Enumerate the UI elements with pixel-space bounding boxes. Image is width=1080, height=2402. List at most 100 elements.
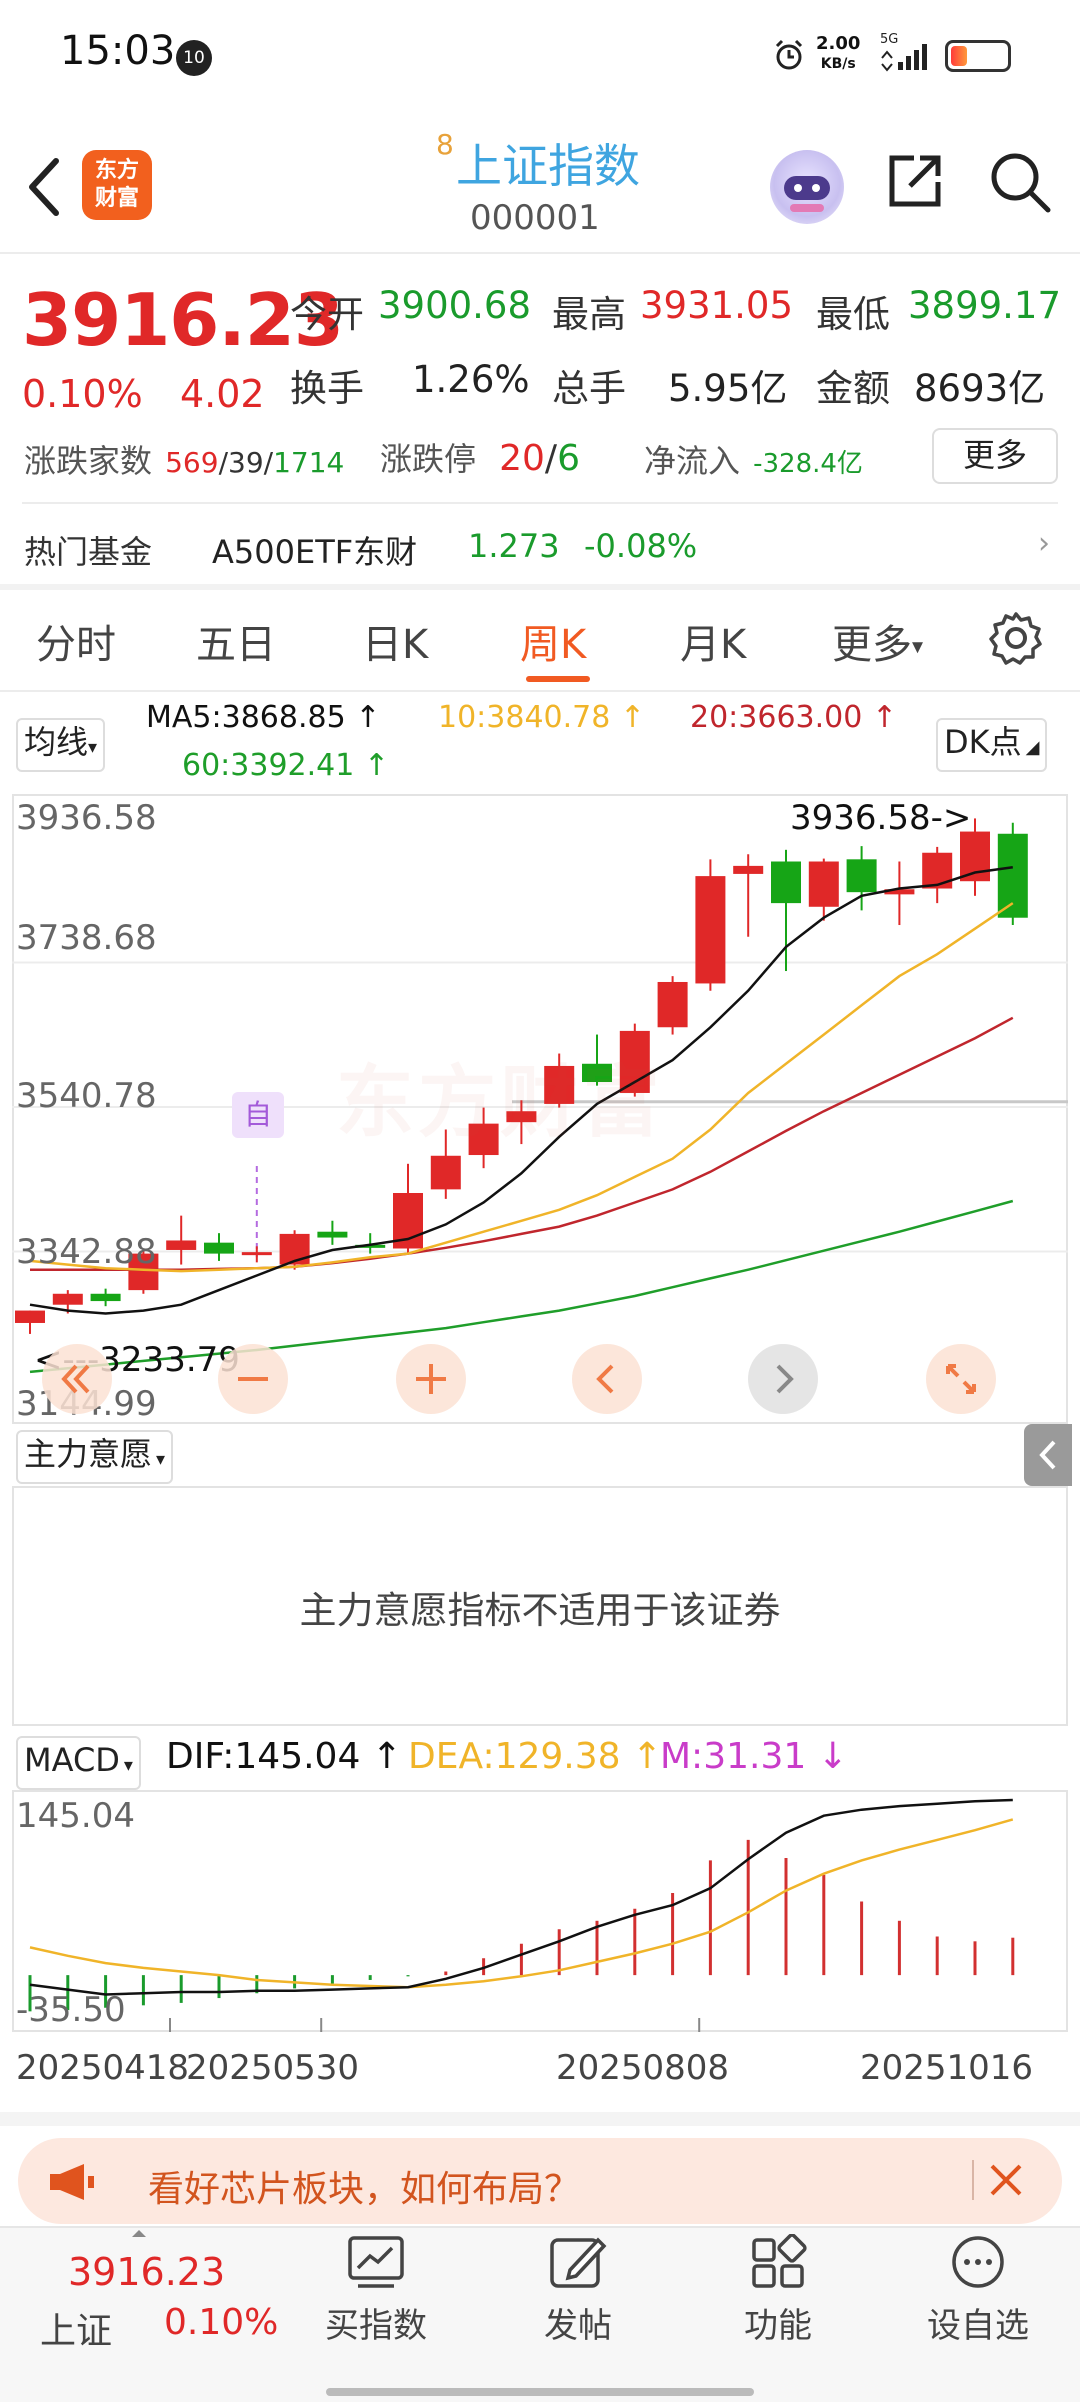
chart-up-icon	[348, 2236, 404, 2288]
back-arrow-icon[interactable]	[22, 155, 66, 219]
status-bar: 15:03 10 2.00 KB/s 5G	[0, 0, 1080, 110]
functions-label: 功能	[744, 2306, 812, 2346]
chevron-right-icon	[776, 1364, 794, 1394]
buy-index-button[interactable]: 买指数	[310, 2228, 442, 2400]
y-label-3: 3342.88	[16, 1232, 157, 1272]
dk-point-selector[interactable]: DK点 ◢	[936, 718, 1048, 772]
rewind-button[interactable]	[42, 1344, 112, 1414]
chevron-left-icon	[1039, 1440, 1056, 1470]
zoom-in-button[interactable]	[396, 1344, 466, 1414]
next-button[interactable]	[748, 1344, 818, 1414]
candle-body	[317, 1231, 348, 1238]
fullscreen-button[interactable]	[926, 1344, 996, 1414]
ma5-value: MA5:3868.85 ↑	[146, 700, 381, 735]
y-label-2: 3540.78	[16, 1076, 157, 1116]
macd-m: M:31.31 ↓	[660, 1736, 848, 1777]
expand-icon	[946, 1364, 976, 1394]
candle-body	[997, 833, 1028, 918]
limit-label: 涨跌停	[380, 440, 477, 478]
main-force-message: 主力意愿指标不适用于该证券	[299, 1589, 781, 1632]
chevron-left-icon	[596, 1364, 614, 1394]
candle-body	[52, 1293, 83, 1305]
close-icon[interactable]	[986, 2160, 1026, 2200]
net-speed: 2.00 KB/s	[816, 34, 860, 74]
candle-body	[657, 981, 688, 1028]
breadth-sep2: /	[263, 446, 274, 479]
hot-fund-name[interactable]: A500ETF东财	[212, 527, 417, 573]
tab-daily-k[interactable]: 日K	[362, 612, 428, 670]
functions-button[interactable]: 功能	[712, 2228, 844, 2400]
hot-fund-price: 1.273	[468, 527, 560, 565]
caret-down-icon: ▾	[88, 737, 98, 758]
dk-point-label: DK点	[944, 723, 1022, 761]
limit-up: 20	[499, 438, 545, 479]
stock-code: 000001	[470, 198, 600, 238]
candle-body	[846, 859, 877, 893]
ma60-value: 60:3392.41 ↑	[182, 748, 390, 783]
amount-value: 8693亿	[914, 367, 1046, 410]
tab-more-label: 更多	[832, 622, 912, 668]
volume-value: 5.95亿	[668, 367, 788, 410]
ma-selector[interactable]: 均线▾	[16, 718, 106, 772]
tab-monthly-k[interactable]: 月K	[680, 612, 746, 670]
tab-more[interactable]: 更多▾	[832, 612, 923, 670]
stock-title[interactable]: 上证指数	[456, 130, 640, 196]
megaphone-icon	[50, 2164, 94, 2200]
limit-down: 6	[557, 438, 580, 479]
candle-body	[430, 1155, 461, 1190]
prev-button[interactable]	[572, 1344, 642, 1414]
candle-body	[90, 1293, 121, 1302]
netflow-row: 净流入 -328.4亿	[644, 436, 863, 482]
candle-body	[771, 861, 801, 904]
main-force-selector[interactable]: 主力意愿 ▾	[16, 1430, 174, 1484]
share-icon[interactable]	[884, 150, 946, 212]
chevron-right-icon[interactable]: ›	[1038, 526, 1050, 561]
more-button[interactable]: 更多	[932, 428, 1058, 484]
tab-weekly-k[interactable]: 周K	[520, 612, 586, 670]
apps-grid-icon	[752, 2234, 807, 2288]
netflow-label: 净流入	[644, 442, 741, 480]
more-dots-icon	[952, 2236, 1004, 2288]
amount-label: 金额	[816, 367, 890, 410]
tab-intraday[interactable]: 分时	[36, 612, 116, 670]
macd-selector[interactable]: MACD ▾	[16, 1736, 141, 1790]
section-gap	[0, 2112, 1080, 2126]
search-icon[interactable]	[988, 150, 1052, 214]
netflow-value: -328.4亿	[753, 449, 863, 479]
volume-label: 总手	[552, 367, 626, 410]
banner-text[interactable]: 看好芯片板块，如何布局？	[148, 2160, 580, 2212]
candle-body	[695, 876, 726, 984]
tab-five-day[interactable]: 五日	[196, 612, 276, 670]
self-select-marker[interactable]: 自	[232, 1092, 284, 1138]
candle-body	[733, 865, 764, 874]
app-logo[interactable]: 东方 财富	[82, 150, 152, 220]
open-label: 今开	[290, 293, 364, 336]
caret-down-icon: ◢	[1025, 737, 1040, 758]
candle-body	[808, 861, 839, 907]
date-label-3: 20251016	[860, 2048, 1034, 2088]
date-label-0: 20250418	[16, 2048, 190, 2088]
bottom-index-price[interactable]: 3916.23	[68, 2250, 225, 2294]
home-indicator	[326, 2388, 754, 2396]
hot-fund-label: 热门基金	[24, 533, 153, 571]
post-button[interactable]: 发帖	[512, 2228, 644, 2400]
alarm-icon	[775, 39, 803, 70]
side-panel-toggle[interactable]	[1024, 1424, 1072, 1486]
caret-down-icon: ▾	[156, 1449, 166, 1470]
ma10-value: 10:3840.78 ↑	[438, 700, 646, 735]
post-label: 发帖	[544, 2306, 612, 2346]
macd-chart[interactable]	[12, 1790, 1068, 2032]
turnover-value: 1.26%	[412, 358, 530, 401]
limit-sep: /	[544, 438, 558, 479]
y-label-0: 3936.58	[16, 798, 157, 838]
hot-fund-change: -0.08%	[584, 527, 698, 565]
zoom-out-button[interactable]	[218, 1344, 288, 1414]
breadth-up: 569	[165, 446, 219, 479]
gear-icon[interactable]	[988, 610, 1044, 666]
battery-icon	[945, 40, 1011, 72]
add-watchlist-button[interactable]: 设自选	[912, 2228, 1044, 2400]
candle-body	[15, 1310, 45, 1323]
low-value: 3899.17	[908, 284, 1062, 327]
banner-divider	[972, 2160, 974, 2200]
ai-assistant-avatar[interactable]	[770, 150, 844, 224]
